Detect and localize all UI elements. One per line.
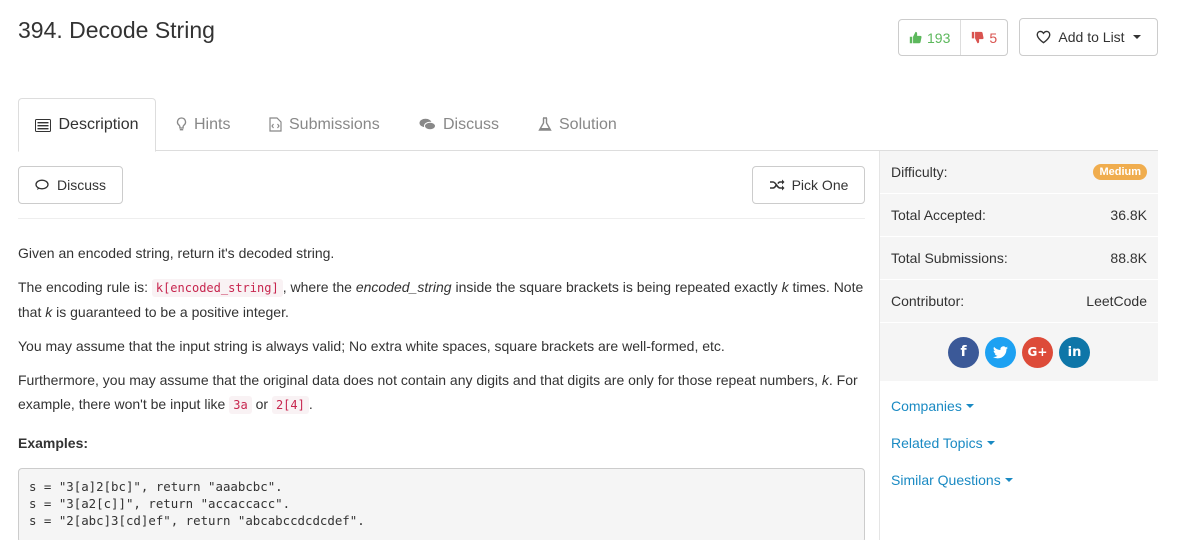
downvote-button[interactable]: 5 xyxy=(961,20,1007,55)
google-plus-icon[interactable]: G+ xyxy=(1022,336,1053,368)
twitter-icon[interactable] xyxy=(985,336,1016,368)
problem-description: Given an encoded string, return it's dec… xyxy=(18,241,865,540)
tab-hints-label: Hints xyxy=(194,115,231,133)
text: is guaranteed to be a positive integer. xyxy=(52,304,289,320)
emphasis: k xyxy=(781,279,789,295)
chevron-down-icon xyxy=(1132,35,1141,39)
description-paragraph: The encoding rule is: k[encoded_string],… xyxy=(18,275,865,324)
tab-hints[interactable]: Hints xyxy=(176,98,230,151)
submissions-row: Total Submissions: 88.8K xyxy=(880,237,1158,280)
accepted-row: Total Accepted: 36.8K xyxy=(880,194,1158,237)
code-file-icon xyxy=(269,117,282,132)
description-paragraph: Furthermore, you may assume that the ori… xyxy=(18,368,865,417)
problem-sidebar: Difficulty: Medium Total Accepted: 36.8K… xyxy=(879,151,1158,540)
thumbs-up-icon xyxy=(909,31,922,44)
examples-heading: Examples: xyxy=(18,435,89,451)
emphasis: encoded_string xyxy=(355,279,452,295)
pick-one-label: Pick One xyxy=(791,177,849,193)
social-share: f G+ in xyxy=(880,323,1158,381)
submissions-label: Total Submissions: xyxy=(891,250,1008,266)
similar-questions-label: Similar Questions xyxy=(891,471,1001,488)
text: or xyxy=(251,396,272,412)
text: inside the square brackets is being repe… xyxy=(451,279,782,295)
flask-icon xyxy=(538,117,552,131)
companies-dropdown[interactable]: Companies xyxy=(880,387,1158,424)
linkedin-icon[interactable]: in xyxy=(1059,336,1090,368)
inline-code: 2[4] xyxy=(271,396,309,414)
description-paragraph: You may assume that the input string is … xyxy=(18,338,725,354)
difficulty-badge: Medium xyxy=(1093,164,1147,180)
inline-code: 3a xyxy=(229,396,252,414)
tab-description[interactable]: Description xyxy=(18,98,156,152)
accepted-value: 36.8K xyxy=(1110,207,1147,223)
tab-solution[interactable]: Solution xyxy=(538,98,617,151)
related-topics-dropdown[interactable]: Related Topics xyxy=(880,424,1158,461)
chevron-down-icon xyxy=(1004,477,1013,482)
related-topics-label: Related Topics xyxy=(891,434,983,451)
list-icon xyxy=(35,118,52,132)
pick-one-button[interactable]: Pick One xyxy=(752,166,865,204)
shuffle-icon xyxy=(769,179,785,191)
facebook-icon[interactable]: f xyxy=(948,336,979,368)
tab-description-label: Description xyxy=(58,116,139,133)
difficulty-label: Difficulty: xyxy=(891,164,948,180)
similar-questions-dropdown[interactable]: Similar Questions xyxy=(880,461,1158,498)
heart-icon xyxy=(1036,30,1051,44)
contributor-row: Contributor: LeetCode xyxy=(880,280,1158,323)
discuss-button-label: Discuss xyxy=(56,177,106,193)
companies-label: Companies xyxy=(891,397,962,414)
tab-solution-label: Solution xyxy=(559,115,617,133)
accepted-label: Total Accepted: xyxy=(891,207,986,223)
inline-code: k[encoded_string] xyxy=(151,279,283,297)
thumbs-down-icon xyxy=(972,31,984,44)
difficulty-row: Difficulty: Medium xyxy=(880,151,1158,194)
tab-submissions[interactable]: Submissions xyxy=(269,98,380,151)
stats-panel: Difficulty: Medium Total Accepted: 36.8K… xyxy=(880,151,1158,381)
contributor-label: Contributor: xyxy=(891,293,965,309)
submissions-value: 88.8K xyxy=(1110,250,1147,266)
tab-bar: Description Hints Submissions Discuss So… xyxy=(18,98,1158,152)
tab-submissions-label: Submissions xyxy=(289,115,380,133)
chevron-down-icon xyxy=(965,403,974,408)
chevron-down-icon xyxy=(986,440,995,445)
add-to-list-button[interactable]: Add to List xyxy=(1019,18,1158,56)
text: . xyxy=(308,396,313,412)
downvote-count: 5 xyxy=(989,29,998,46)
text: The encoding rule is: xyxy=(18,279,152,295)
upvote-button[interactable]: 193 xyxy=(899,20,962,55)
contributor-value: LeetCode xyxy=(1086,293,1147,309)
upvote-count: 193 xyxy=(927,29,951,46)
lightbulb-icon xyxy=(176,117,187,131)
examples-code-block: s = "3[a]2[bc]", return "aaabcbc". s = "… xyxy=(18,468,865,540)
comments-icon xyxy=(419,118,436,131)
tab-discuss[interactable]: Discuss xyxy=(419,98,499,151)
description-paragraph: Given an encoded string, return it's dec… xyxy=(18,245,335,261)
page-title: 394. Decode String xyxy=(18,17,215,43)
comment-icon xyxy=(35,179,49,190)
emphasis: k xyxy=(821,372,829,388)
divider xyxy=(18,218,865,219)
tab-discuss-label: Discuss xyxy=(443,115,500,133)
add-to-list-label: Add to List xyxy=(1058,29,1125,45)
discuss-button[interactable]: Discuss xyxy=(18,166,123,204)
vote-group: 193 5 xyxy=(898,19,1009,56)
text: Furthermore, you may assume that the ori… xyxy=(18,372,822,388)
text: , where the xyxy=(282,279,356,295)
